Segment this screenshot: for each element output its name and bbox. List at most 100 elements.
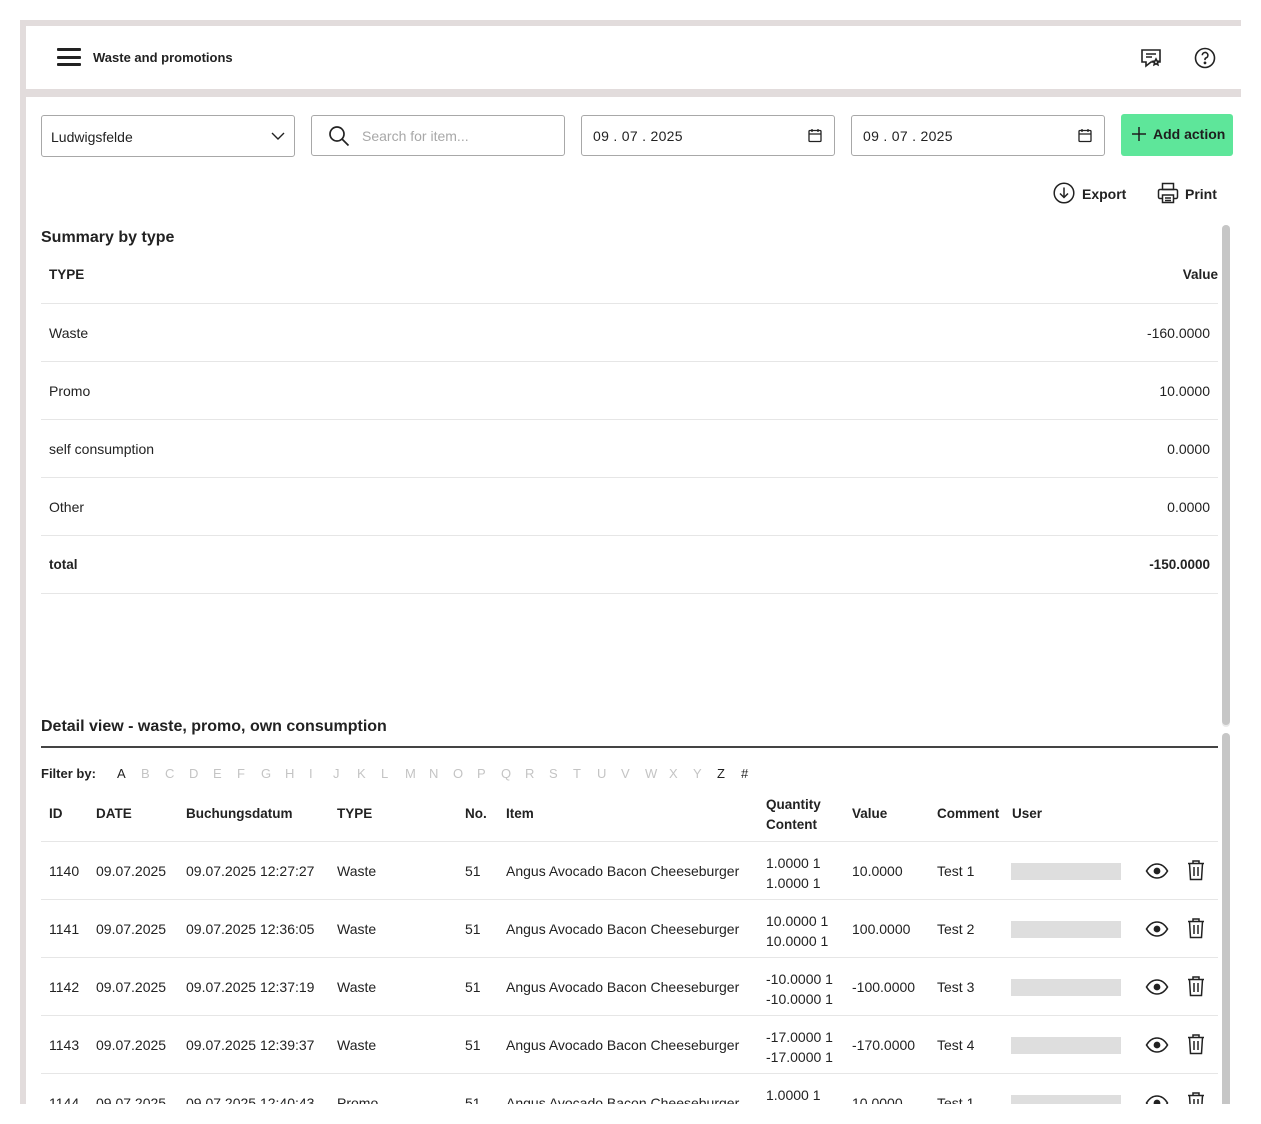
cell-type: Promo (337, 1095, 379, 1104)
filter-letter[interactable]: C (165, 766, 189, 781)
cell-comment: Test 1 (937, 1095, 975, 1104)
filter-letter[interactable]: E (213, 766, 237, 781)
chevron-down-icon (271, 132, 285, 140)
date-to-value: 09 . 07 . 2025 (863, 128, 953, 144)
summary-row: Waste -160.0000 (41, 304, 1218, 362)
filter-letter[interactable]: M (405, 766, 429, 781)
delete-icon[interactable] (1186, 917, 1206, 939)
filter-letter[interactable]: # (741, 766, 765, 781)
delete-icon[interactable] (1186, 975, 1206, 997)
filter-letter[interactable]: Q (501, 766, 525, 781)
cell-id: 1143 (49, 1037, 80, 1053)
table-row: 1144 09.07.2025 09.07.2025 12:40:43 Promo 51… (41, 1074, 1218, 1104)
summary-col-value: Value (1182, 267, 1218, 282)
search-box[interactable] (311, 115, 565, 156)
menu-icon[interactable] (57, 48, 81, 66)
filter-letter[interactable]: R (525, 766, 549, 781)
cell-booking-date: 09.07.2025 12:36:05 (186, 921, 315, 937)
search-input[interactable] (362, 125, 552, 147)
col-quantity[interactable]: Quantity Content (766, 795, 821, 835)
scrollbar-thumb-detail[interactable] (1222, 733, 1230, 1104)
filter-letter[interactable]: V (621, 766, 645, 781)
col-value[interactable]: Value (852, 806, 887, 821)
cell-booking-date: 09.07.2025 12:39:37 (186, 1037, 315, 1053)
col-id[interactable]: ID (49, 806, 63, 821)
col-comment[interactable]: Comment (937, 806, 999, 821)
filter-letter[interactable]: X (669, 766, 693, 781)
view-icon[interactable] (1145, 977, 1169, 997)
filter-letter[interactable]: U (597, 766, 621, 781)
delete-icon[interactable] (1186, 859, 1206, 881)
col-no[interactable]: No. (465, 806, 487, 821)
download-icon (1053, 182, 1075, 204)
cell-quantity-value: -17.0000 1 (766, 1029, 833, 1045)
cell-no: 51 (465, 863, 481, 879)
summary-row: Promo 10.0000 (41, 362, 1218, 420)
filter-letter[interactable]: O (453, 766, 477, 781)
filter-letter[interactable]: H (285, 766, 309, 781)
filter-letter[interactable]: J (333, 766, 357, 781)
filter-letter[interactable]: S (549, 766, 573, 781)
location-select[interactable]: Ludwigsfelde (41, 115, 295, 157)
detail-title: Detail view - waste, promo, own consumpt… (41, 718, 387, 735)
col-booking-date[interactable]: Buchungsdatum (186, 806, 293, 821)
col-user[interactable]: User (1012, 806, 1042, 821)
summary-value: -160.0000 (1146, 325, 1210, 341)
col-type[interactable]: TYPE (337, 806, 372, 821)
cell-item: Angus Avocado Bacon Cheeseburger (506, 1095, 740, 1104)
filter-letter[interactable]: F (237, 766, 261, 781)
cell-comment: Test 1 (937, 863, 975, 879)
help-icon[interactable] (1193, 46, 1217, 70)
cell-booking-date: 09.07.2025 12:40:43 (186, 1095, 315, 1104)
add-action-button[interactable]: Add action (1121, 114, 1233, 156)
date-from-field[interactable]: 09 . 07 . 2025 (581, 115, 835, 156)
view-icon[interactable] (1145, 1093, 1169, 1104)
calendar-icon[interactable] (808, 128, 822, 143)
col-date[interactable]: DATE (96, 806, 132, 821)
filter-letter[interactable]: K (357, 766, 381, 781)
filter-letter[interactable]: P (477, 766, 501, 781)
calendar-icon[interactable] (1078, 128, 1092, 143)
filter-letter[interactable]: W (645, 766, 669, 781)
cell-id: 1142 (49, 979, 80, 995)
export-button[interactable]: Export (1053, 182, 1128, 206)
filter-letter[interactable]: I (309, 766, 333, 781)
cell-no: 51 (465, 1095, 481, 1104)
print-button[interactable]: Print (1157, 182, 1221, 206)
filter-letter[interactable]: D (189, 766, 213, 781)
filter-letter[interactable]: N (429, 766, 453, 781)
cell-item: Angus Avocado Bacon Cheeseburger (506, 979, 740, 995)
filter-letter[interactable]: T (573, 766, 597, 781)
user-redacted (1011, 921, 1121, 938)
view-icon[interactable] (1145, 1035, 1169, 1055)
summary-header-row: TYPE Value (41, 246, 1218, 304)
view-icon[interactable] (1145, 861, 1169, 881)
date-to-field[interactable]: 09 . 07 . 2025 (851, 115, 1105, 156)
scrollbar-thumb[interactable] (1222, 225, 1230, 725)
delete-icon[interactable] (1186, 1091, 1206, 1104)
filter-letter[interactable]: Y (693, 766, 717, 781)
cell-comment: Test 4 (937, 1037, 975, 1053)
summary-col-type: TYPE (49, 267, 85, 282)
filter-letter[interactable]: A (117, 766, 141, 781)
user-redacted (1011, 1095, 1121, 1104)
feedback-icon[interactable] (1139, 46, 1163, 70)
col-item[interactable]: Item (506, 806, 534, 821)
delete-icon[interactable] (1186, 1033, 1206, 1055)
cell-value: 100.0000 (852, 921, 911, 937)
filter-letter[interactable]: L (381, 766, 405, 781)
cell-quantity: 1.0000 11.0000 1 (766, 1085, 821, 1104)
detail-table: ID DATE Buchungsdatum TYPE No. Item Quan… (41, 790, 1218, 1104)
app-frame: Waste and promotions Ludwigsfelde 09 . 0… (20, 20, 1241, 1104)
filter-letter[interactable]: B (141, 766, 165, 781)
view-icon[interactable] (1145, 919, 1169, 939)
top-bar: Waste and promotions (26, 26, 1241, 89)
filter-letter[interactable]: G (261, 766, 285, 781)
table-row: 1141 09.07.2025 09.07.2025 12:36:05 Waste 51… (41, 900, 1218, 958)
cell-quantity: -10.0000 1 -10.0000 1 (766, 969, 833, 1009)
filter-letters: A B C D E F G H I J K L M N O P Q R S T U V W X Y Z # (117, 766, 765, 781)
cell-id: 1144 (49, 1095, 80, 1104)
filter-letter[interactable]: Z (717, 766, 741, 781)
cell-quantity: 10.0000 1 10.0000 1 (766, 911, 828, 951)
detail-header-row: ID DATE Buchungsdatum TYPE No. Item Quan… (41, 790, 1218, 842)
